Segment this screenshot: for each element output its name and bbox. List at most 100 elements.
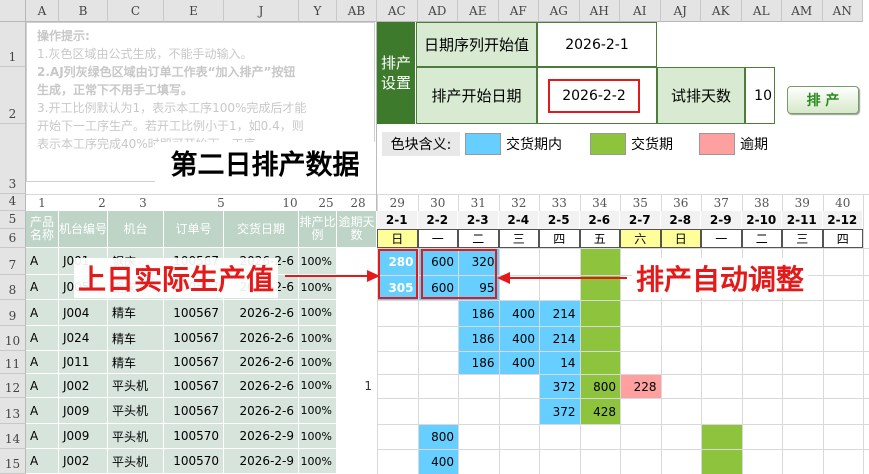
- schedule-block: [702, 425, 742, 449]
- table-cell-due: 2026-2-6: [224, 398, 299, 424]
- date-label: 2-1: [377, 211, 418, 229]
- date-label: 2-11: [782, 211, 823, 229]
- row-header-9[interactable]: 9: [0, 300, 26, 326]
- row-header-6[interactable]: 6: [0, 229, 26, 248]
- row-header-14[interactable]: 14: [0, 424, 26, 449]
- column-header-J[interactable]: J: [224, 0, 299, 22]
- select-all-corner[interactable]: [0, 0, 26, 22]
- row-header-7[interactable]: 7: [0, 248, 26, 275]
- column-header-AM[interactable]: AM: [782, 0, 823, 22]
- column-number: 10: [282, 195, 298, 210]
- table-cell-due: 2026-2-9: [224, 424, 299, 449]
- row-header-1[interactable]: 1: [0, 22, 26, 67]
- weekday-label: 一: [417, 229, 458, 248]
- table-cell-overdue: [337, 424, 377, 449]
- date-seq-value[interactable]: 2026-2-1: [537, 22, 657, 67]
- legend-swatch-overdue: [699, 133, 735, 155]
- legend-text-due: 交货期: [631, 137, 673, 153]
- row-header-2[interactable]: 2: [0, 67, 26, 124]
- column-header-AE[interactable]: AE: [458, 0, 499, 22]
- row-header-12[interactable]: 12: [0, 374, 26, 398]
- schedule-block: 800: [580, 375, 620, 398]
- day-number: 34: [592, 195, 608, 210]
- column-header-E[interactable]: E: [164, 0, 224, 22]
- table-cell-ratio: 100%: [299, 326, 337, 351]
- table-cell-machine_no: J002: [59, 449, 108, 474]
- table-cell-machine_no: J004: [59, 300, 108, 326]
- weekday-label: 三: [498, 229, 539, 248]
- big-title: 第二日排产数据: [155, 142, 375, 182]
- column-number: 2: [98, 195, 106, 210]
- column-header-B[interactable]: B: [59, 0, 108, 22]
- table-cell-product: A: [26, 449, 59, 474]
- row-header-3[interactable]: 3: [0, 124, 26, 194]
- gridline: [863, 194, 864, 474]
- table-cell-order: 100567: [164, 398, 224, 424]
- trial-days-input[interactable]: 10: [745, 67, 775, 124]
- schedule-block: 14: [540, 352, 580, 374]
- column-header-AK[interactable]: AK: [701, 0, 742, 22]
- trial-days-label: 试排天数: [657, 67, 745, 124]
- column-header-C[interactable]: C: [108, 0, 164, 22]
- schedule-block: 214: [540, 301, 580, 326]
- table-cell-product: A: [26, 326, 59, 351]
- column-header-AD[interactable]: AD: [417, 0, 458, 22]
- table-cell-product: A: [26, 374, 59, 398]
- row-header-13[interactable]: 13: [0, 398, 26, 424]
- schedule-block: 400: [499, 327, 539, 351]
- schedule-block: 800: [418, 425, 458, 449]
- legend-swatch-due: [590, 133, 626, 155]
- row-header-5[interactable]: 5: [0, 211, 26, 229]
- date-label: 2-3: [458, 211, 499, 229]
- column-header-AN[interactable]: AN: [822, 0, 863, 22]
- row-header-4[interactable]: 4: [0, 194, 26, 211]
- column-header-Y[interactable]: Y: [299, 0, 337, 22]
- table-cell-product: A: [26, 398, 59, 424]
- row-header-11[interactable]: 11: [0, 351, 26, 374]
- day-number: 31: [470, 195, 486, 210]
- weekday-label: 四: [822, 229, 863, 248]
- column-header-AF[interactable]: AF: [498, 0, 539, 22]
- weekday-label: 六: [620, 229, 661, 248]
- column-header-AI[interactable]: AI: [620, 0, 661, 22]
- tips-title: 操作提示:: [37, 29, 90, 43]
- row-header-10[interactable]: 10: [0, 326, 26, 351]
- row-header-15[interactable]: 15: [0, 449, 26, 474]
- day-number: 39: [794, 195, 810, 210]
- table-cell-overdue: [337, 300, 377, 326]
- start-date-input[interactable]: 2026-2-2: [548, 79, 640, 113]
- annotation-auto-adjust: 排产自动调整: [632, 258, 809, 298]
- day-number: 37: [713, 195, 729, 210]
- column-header-AH[interactable]: AH: [579, 0, 620, 22]
- column-header-A[interactable]: A: [26, 0, 59, 22]
- date-label: 2-4: [498, 211, 539, 229]
- column-header-AG[interactable]: AG: [539, 0, 580, 22]
- table-header: 机台编号: [59, 211, 108, 248]
- schedule-block: 228: [621, 375, 661, 398]
- schedule-block: 186: [459, 301, 499, 326]
- table-cell-overdue: [337, 351, 377, 374]
- column-header-AC[interactable]: AC: [377, 0, 418, 22]
- schedule-block: [580, 301, 620, 326]
- column-header-AJ[interactable]: AJ: [660, 0, 701, 22]
- schedule-block: 186: [459, 352, 499, 374]
- weekday-label: 三: [782, 229, 823, 248]
- table-cell-machine: 精车: [108, 300, 164, 326]
- date-label: 2-10: [741, 211, 782, 229]
- table-cell-order: 100567: [164, 374, 224, 398]
- arrow-left-callout: [285, 270, 380, 282]
- column-header-AB[interactable]: AB: [337, 0, 377, 22]
- tips-line: 3.开工比例默认为1，表示本工序100%完成后才能: [37, 101, 307, 115]
- start-date-cell[interactable]: 2026-2-2: [537, 67, 657, 124]
- table-cell-ratio: 100%: [299, 424, 337, 449]
- table-cell-ratio: 100%: [299, 351, 337, 374]
- column-header-AL[interactable]: AL: [741, 0, 782, 22]
- row-header-8[interactable]: 8: [0, 275, 26, 300]
- schedule-block: 400: [418, 450, 458, 474]
- day-number: 29: [389, 195, 405, 210]
- schedule-button[interactable]: 排 产: [787, 86, 859, 114]
- column-number: 1: [38, 195, 46, 210]
- table-cell-machine: 平头机: [108, 449, 164, 474]
- table-cell-due: 2026-2-6: [224, 300, 299, 326]
- weekday-label: 五: [579, 229, 620, 248]
